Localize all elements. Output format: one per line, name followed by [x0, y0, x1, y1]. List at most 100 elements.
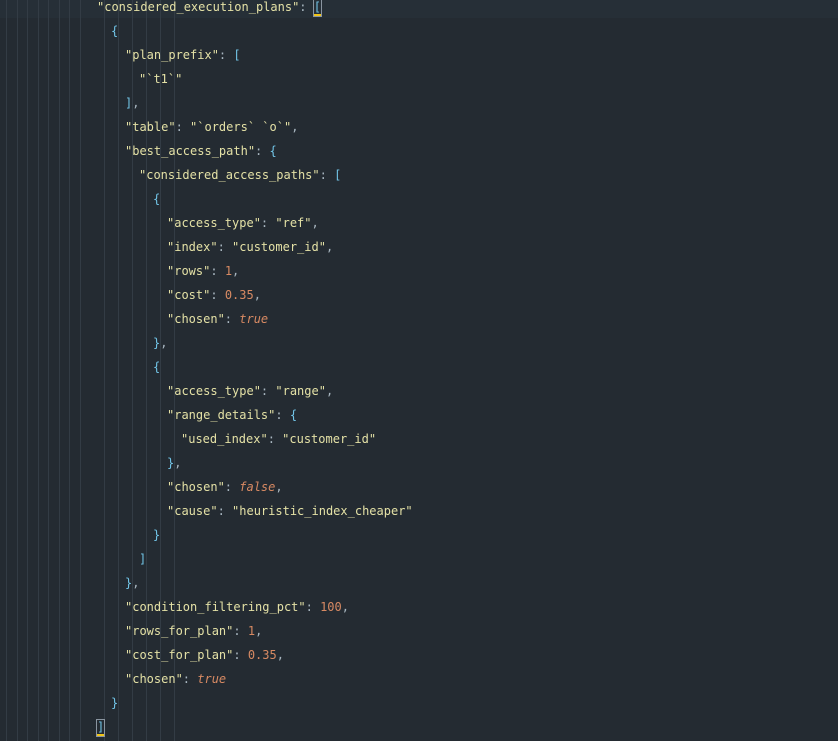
code-line[interactable]: "used_index": "customer_id": [181, 427, 376, 451]
code-line[interactable]: }: [153, 523, 160, 547]
json-boolean: true: [197, 672, 227, 686]
code-line[interactable]: "condition_filtering_pct": 100,: [125, 595, 349, 619]
json-punctuation: :: [218, 48, 234, 62]
json-bracket: [: [334, 168, 342, 182]
json-key: "cost_for_plan": [125, 648, 234, 662]
code-line[interactable]: },: [167, 451, 181, 475]
json-punctuation: :: [260, 384, 276, 398]
json-punctuation: ,: [132, 576, 140, 590]
json-number: 100: [320, 600, 342, 614]
code-line[interactable]: "chosen": true: [167, 307, 268, 331]
code-line[interactable]: {: [111, 19, 118, 43]
json-punctuation: ,: [232, 264, 240, 278]
json-bracket: {: [111, 24, 119, 38]
json-punctuation: ,: [132, 96, 140, 110]
json-string: "customer_id": [282, 432, 377, 446]
code-line[interactable]: "cost_for_plan": 0.35,: [125, 643, 284, 667]
json-punctuation: :: [233, 624, 248, 638]
code-line[interactable]: "plan_prefix": [: [125, 43, 241, 67]
code-line[interactable]: {: [153, 187, 160, 211]
json-punctuation: ,: [325, 384, 334, 398]
code-line[interactable]: "access_type": "range",: [167, 379, 333, 403]
code-line[interactable]: "best_access_path": {: [125, 139, 277, 163]
json-key: "chosen": [167, 480, 225, 494]
json-punctuation: :: [217, 504, 233, 518]
json-bracket: {: [153, 192, 161, 206]
json-punctuation: :: [224, 480, 240, 494]
json-punctuation: :: [233, 648, 248, 662]
code-line[interactable]: "rows": 1,: [167, 259, 239, 283]
code-line[interactable]: }: [111, 691, 118, 715]
json-key: "access_type": [167, 384, 261, 398]
code-line[interactable]: "`t1`": [139, 67, 182, 91]
json-punctuation: ,: [311, 216, 319, 230]
code-line[interactable]: "table": "`orders` `o`",: [125, 115, 298, 139]
indent-guide: [6, 0, 7, 741]
indent-guide: [27, 0, 28, 741]
json-punctuation: :: [210, 288, 225, 302]
json-key: "considered_execution_plans": [97, 0, 300, 14]
json-number: 0.35: [224, 288, 254, 302]
indent-guide: [17, 0, 18, 741]
code-line[interactable]: "considered_access_paths": [: [139, 163, 341, 187]
json-bracket: ]: [139, 552, 147, 566]
json-string: "`t1`": [139, 72, 183, 86]
code-line[interactable]: "considered_execution_plans": [: [97, 0, 323, 19]
json-punctuation: :: [255, 144, 270, 158]
json-key: "chosen": [125, 672, 183, 686]
code-line[interactable]: },: [125, 571, 139, 595]
code-line[interactable]: },: [153, 331, 167, 355]
code-line[interactable]: "chosen": false,: [167, 475, 283, 499]
indent-guide: [118, 0, 119, 741]
json-key: "access_type": [167, 216, 261, 230]
json-punctuation: :: [267, 432, 283, 446]
json-key: "cause": [167, 504, 218, 518]
code-editor[interactable]: "considered_execution_plans": [ { "plan_pr…: [0, 0, 838, 741]
indent-guide: [69, 0, 70, 741]
json-punctuation: :: [299, 0, 314, 14]
code-line[interactable]: "cost": 0.35,: [167, 283, 261, 307]
json-string: "customer_id": [232, 240, 326, 254]
code-line[interactable]: ]: [95, 715, 106, 739]
json-key: "rows_for_plan": [125, 624, 234, 638]
code-line[interactable]: "rows_for_plan": 1,: [125, 619, 262, 643]
json-key: "cost": [167, 288, 211, 302]
json-number: 1: [247, 624, 256, 638]
json-punctuation: :: [319, 168, 335, 182]
json-punctuation: :: [275, 408, 290, 422]
code-line[interactable]: {: [153, 355, 160, 379]
json-punctuation: :: [224, 312, 240, 326]
json-string: "`orders` `o`": [190, 120, 292, 134]
code-line[interactable]: "access_type": "ref",: [167, 211, 319, 235]
json-punctuation: ,: [253, 288, 261, 302]
json-punctuation: :: [305, 600, 321, 614]
code-line[interactable]: "cause": "heuristic_index_cheaper": [167, 499, 413, 523]
code-line[interactable]: "range_details": {: [167, 403, 297, 427]
code-line[interactable]: "chosen": true: [125, 667, 226, 691]
indent-guide: [59, 0, 60, 741]
code-line[interactable]: "index": "customer_id",: [167, 235, 333, 259]
json-punctuation: :: [175, 120, 191, 134]
json-key: "table": [125, 120, 176, 134]
json-boolean: true: [239, 312, 269, 326]
json-boolean: false: [239, 480, 276, 494]
json-punctuation: ,: [255, 624, 263, 638]
json-bracket: [: [233, 48, 241, 62]
json-key: "rows": [167, 264, 211, 278]
code-line[interactable]: ],: [125, 91, 139, 115]
json-bracket: {: [289, 408, 298, 422]
matched-bracket: ]: [95, 719, 106, 737]
json-punctuation: :: [217, 240, 233, 254]
json-punctuation: :: [210, 264, 225, 278]
json-punctuation: :: [260, 216, 276, 230]
json-key: "index": [167, 240, 218, 254]
json-punctuation: :: [182, 672, 198, 686]
json-punctuation: ,: [341, 600, 349, 614]
json-punctuation: ,: [174, 456, 182, 470]
json-punctuation: ,: [325, 240, 334, 254]
json-punctuation: ,: [160, 336, 168, 350]
json-key: "chosen": [167, 312, 225, 326]
indent-guide: [104, 0, 105, 741]
code-line[interactable]: ]: [139, 547, 146, 571]
json-key: "best_access_path": [125, 144, 256, 158]
